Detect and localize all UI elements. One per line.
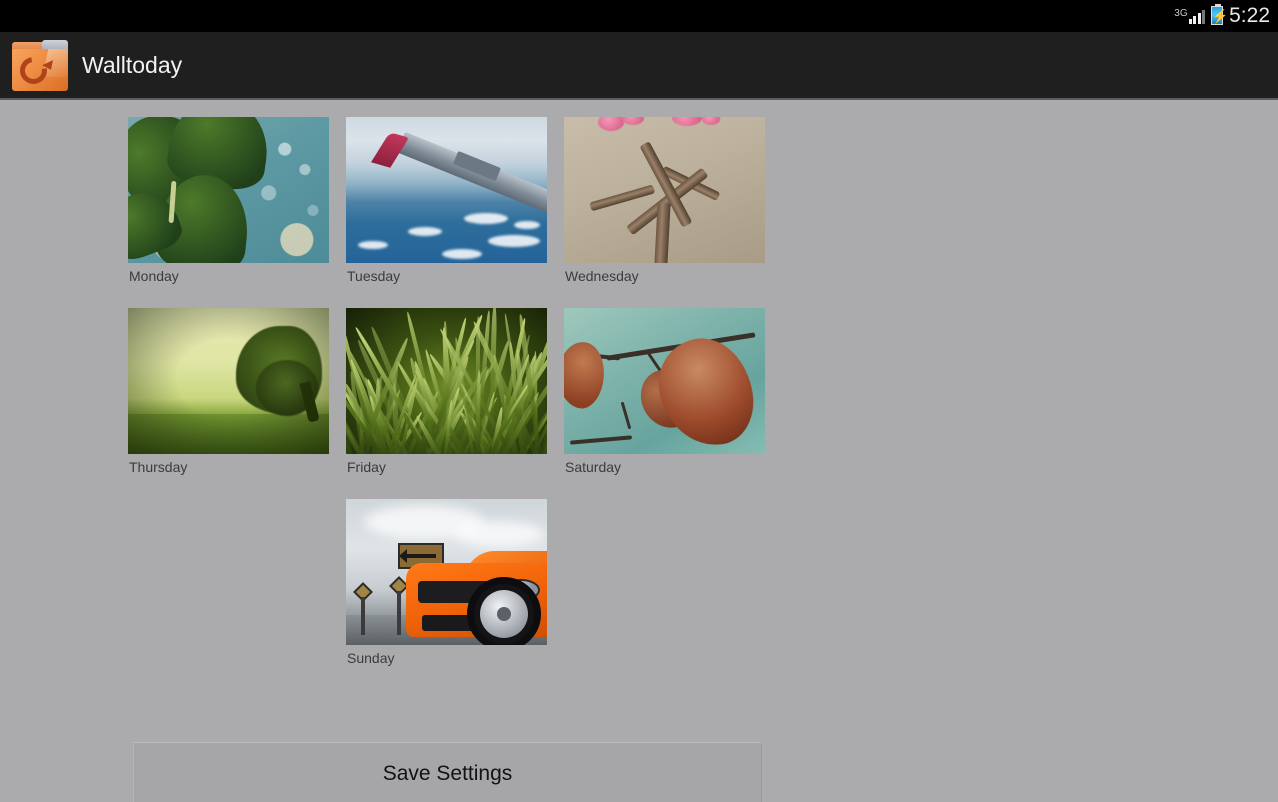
day-label-sunday: Sunday <box>347 650 395 666</box>
save-settings-button[interactable]: Save Settings <box>133 742 762 802</box>
day-cell-saturday[interactable]: Saturday <box>564 308 765 476</box>
wallpaper-day-grid: Monday Tuesday Wednesday Thursday Friday… <box>128 117 788 690</box>
day-label-friday: Friday <box>347 459 386 475</box>
grid-row: Thursday Friday Saturday <box>128 308 788 476</box>
day-cell-friday[interactable]: Friday <box>346 308 547 476</box>
battery-charging-icon: ⚡ <box>1211 4 1229 25</box>
day-cell-sunday[interactable]: Sunday <box>346 499 547 667</box>
thumbnail-tuesday[interactable] <box>346 117 547 263</box>
thumbnail-monday[interactable] <box>128 117 329 263</box>
battery-bolt-glyph: ⚡ <box>1212 8 1229 23</box>
day-cell-thursday[interactable]: Thursday <box>128 308 329 476</box>
thumbnail-sunday[interactable] <box>346 499 547 645</box>
app-title: Walltoday <box>82 51 183 78</box>
day-label-monday: Monday <box>129 268 179 284</box>
status-bar-clock: 5:22 <box>1229 4 1270 27</box>
status-bar: 3G ⚡ 5:22 <box>0 0 1278 32</box>
day-label-saturday: Saturday <box>565 459 622 475</box>
thumbnail-wednesday[interactable] <box>564 117 765 263</box>
signal-bars-icon <box>1188 8 1206 24</box>
day-cell-wednesday[interactable]: Wednesday <box>564 117 765 285</box>
app-folder-recycle-icon[interactable] <box>12 39 68 91</box>
day-label-tuesday: Tuesday <box>347 268 401 284</box>
day-label-thursday: Thursday <box>129 459 188 475</box>
day-label-wednesday: Wednesday <box>565 268 639 284</box>
thumbnail-thursday[interactable] <box>128 308 329 454</box>
action-bar: Walltoday <box>0 32 1278 100</box>
grid-row: Sunday <box>128 499 788 667</box>
day-cell-monday[interactable]: Monday <box>128 117 329 285</box>
network-type-label: 3G <box>1174 8 1188 19</box>
content-area: Monday Tuesday Wednesday Thursday Friday… <box>0 102 1278 802</box>
thumbnail-friday[interactable] <box>346 308 547 454</box>
day-cell-tuesday[interactable]: Tuesday <box>346 117 547 285</box>
thumbnail-saturday[interactable] <box>564 308 765 454</box>
status-bar-right-cluster: 3G ⚡ 5:22 <box>1174 4 1270 27</box>
save-settings-label: Save Settings <box>382 761 513 785</box>
grid-row: Monday Tuesday Wednesday <box>128 117 788 285</box>
network-status-group: 3G <box>1174 5 1206 27</box>
